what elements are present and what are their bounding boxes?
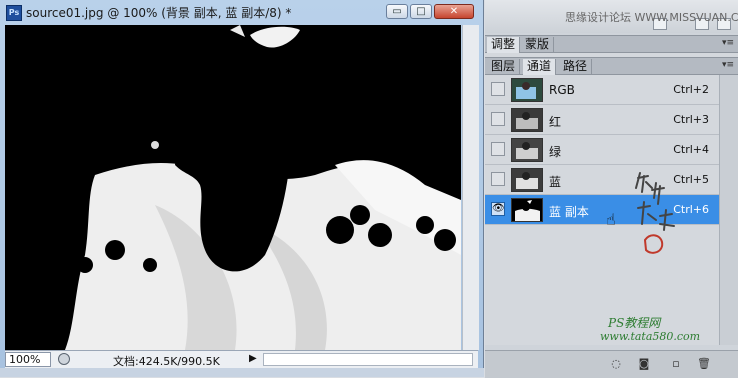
document-titlebar[interactable]: Ps source01.jpg @ 100% (背景 副本, 蓝 副本/8) *… xyxy=(0,0,484,24)
photoshop-app-icon: Ps xyxy=(6,5,22,21)
document-size: 文档:424.5K/990.5K xyxy=(113,355,220,368)
channel-row-green[interactable]: 绿 Ctrl+4 xyxy=(485,135,719,165)
visibility-toggle[interactable] xyxy=(491,112,505,126)
tab-channels[interactable]: 通道 xyxy=(523,59,557,75)
tab-paths[interactable]: 路径 xyxy=(559,59,593,75)
channel-row-rgb[interactable]: RGB Ctrl+2 xyxy=(485,75,719,105)
visibility-toggle[interactable] xyxy=(491,82,505,96)
tab-masks[interactable]: 蒙版 xyxy=(521,37,555,53)
channel-name: 蓝 副本 xyxy=(549,205,589,219)
channel-thumbnail xyxy=(511,198,543,222)
visibility-toggle[interactable] xyxy=(491,172,505,186)
document-window: Ps source01.jpg @ 100% (背景 副本, 蓝 副本/8) *… xyxy=(0,0,484,377)
channel-mask-image xyxy=(5,25,461,350)
tab-adjustments[interactable]: 调整 xyxy=(487,37,521,53)
channel-thumbnail xyxy=(511,168,543,192)
maximize-button[interactable]: □ xyxy=(410,4,432,19)
status-bar: 100% 文档:424.5K/990.5K ▶ xyxy=(5,350,478,369)
watermark-top: 思缘设计论坛 WWW.MISSVUAN.COM xyxy=(565,11,738,24)
channel-name: 红 xyxy=(549,115,562,129)
hand-cursor-icon: ☝ xyxy=(606,210,616,229)
channel-thumbnail xyxy=(511,78,543,102)
channel-shortcut: Ctrl+2 xyxy=(673,83,709,96)
zoom-field[interactable]: 100% xyxy=(5,352,51,367)
tab-layers[interactable]: 图层 xyxy=(487,59,521,75)
close-button[interactable]: ✕ xyxy=(434,4,474,19)
trash-icon[interactable]: 🗑 xyxy=(697,357,711,370)
channel-shortcut: Ctrl+4 xyxy=(673,143,709,156)
save-selection-icon[interactable]: ◙ xyxy=(637,357,651,370)
watermark-site-url: www.tata580.com xyxy=(600,330,701,343)
image-canvas[interactable] xyxy=(5,25,461,350)
panel-menu-icon[interactable]: ▾≡ xyxy=(722,60,734,70)
load-selection-icon[interactable]: ◌ xyxy=(609,357,623,370)
adjustments-tabbar: 调整 蒙版 ▾≡ xyxy=(485,35,738,53)
channel-list-scrollbar[interactable] xyxy=(719,75,738,345)
status-info-icon[interactable] xyxy=(58,353,70,365)
channel-name: RGB xyxy=(549,83,575,97)
channel-name: 蓝 xyxy=(549,175,562,189)
new-channel-icon[interactable]: ▫ xyxy=(669,357,683,370)
calligraphy-watermark xyxy=(635,172,675,254)
channels-panel-footer: ◌ ◙ ▫ 🗑 xyxy=(485,350,738,378)
channel-thumbnail xyxy=(511,108,543,132)
horizontal-scrollbar[interactable] xyxy=(263,353,473,366)
vertical-scrollbar[interactable] xyxy=(462,25,479,350)
document-title: source01.jpg @ 100% (背景 副本, 蓝 副本/8) * xyxy=(26,6,292,20)
channel-thumbnail xyxy=(511,138,543,162)
channel-row-red[interactable]: 红 Ctrl+3 xyxy=(485,105,719,135)
channel-name: 绿 xyxy=(549,145,562,159)
eye-icon[interactable]: 👁 xyxy=(491,202,505,216)
layers-tabbar: 图层 通道 路径 ▾≡ xyxy=(485,57,738,75)
visibility-toggle[interactable] xyxy=(491,142,505,156)
window-bottom-edge xyxy=(0,368,484,377)
channel-shortcut: Ctrl+3 xyxy=(673,113,709,126)
panel-menu-icon[interactable]: ▾≡ xyxy=(722,38,734,48)
minimize-button[interactable]: ▭ xyxy=(386,4,408,19)
watermark-site-name: PS教程网 xyxy=(608,316,661,330)
status-menu-arrow-icon[interactable]: ▶ xyxy=(249,353,257,364)
